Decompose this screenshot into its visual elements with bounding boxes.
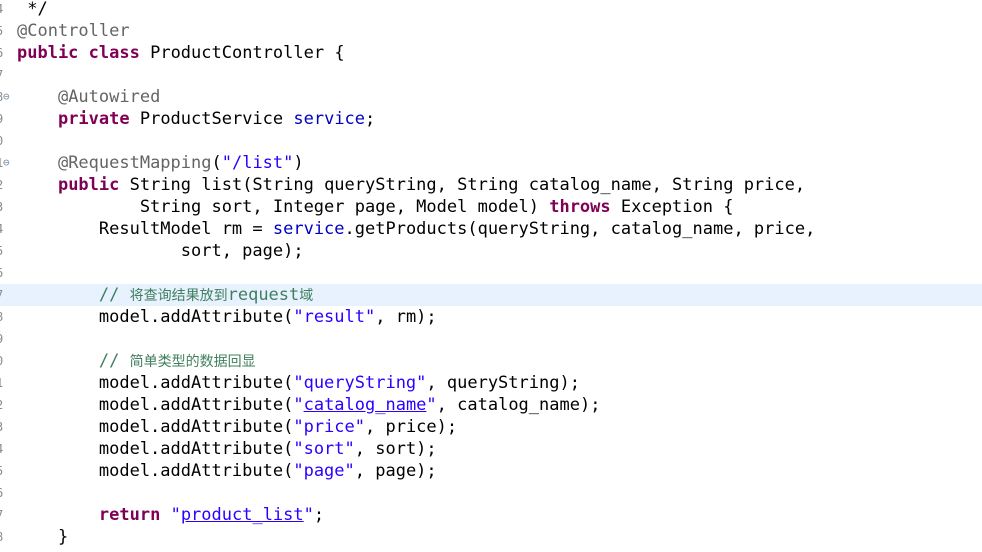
line-number: 5 bbox=[0, 460, 3, 482]
code-text: model.addAttribute("page", page); bbox=[17, 461, 437, 481]
line-number: 7 bbox=[0, 284, 3, 306]
code-line[interactable]: 4 model.addAttribute("sort", sort); bbox=[0, 438, 982, 460]
line-number: 7 bbox=[0, 504, 3, 526]
code-line[interactable]: 4 ResultModel rm = service.getProducts(q… bbox=[0, 218, 982, 240]
line-number-gutter: 7 bbox=[0, 504, 14, 526]
code-line[interactable]: 1 model.addAttribute("queryString", quer… bbox=[0, 372, 982, 394]
line-number-gutter: 5 bbox=[0, 20, 14, 42]
code-text: // 简单类型的数据回显 bbox=[98, 351, 256, 371]
line-number: 8 bbox=[0, 306, 3, 328]
line-number: 4 bbox=[0, 218, 3, 240]
code-text: // 将查询结果放到request域 bbox=[98, 285, 314, 305]
line-number-gutter: 2 bbox=[0, 174, 14, 196]
line-number: 4 bbox=[0, 438, 3, 460]
code-line[interactable]: 5 sort, page); bbox=[0, 240, 982, 262]
line-number-gutter: 8 bbox=[0, 526, 14, 548]
line-number-gutter: 2 bbox=[0, 394, 14, 416]
line-number: 0 bbox=[0, 130, 3, 152]
line-number: 4 bbox=[0, 0, 3, 20]
line-number-gutter: 7 bbox=[0, 284, 14, 306]
code-text: return "product_list"; bbox=[98, 505, 325, 525]
line-number: 0 bbox=[0, 350, 3, 372]
line-number: 6 bbox=[0, 482, 3, 504]
code-line[interactable]: 3 String sort, Integer page, Model model… bbox=[0, 196, 982, 218]
line-number: 3 bbox=[0, 416, 3, 438]
line-number: 1 bbox=[0, 372, 3, 394]
code-line[interactable]: 8⊖ @Autowired bbox=[0, 86, 982, 108]
line-number-gutter: 8 bbox=[0, 306, 14, 328]
line-number-gutter: 6 bbox=[0, 482, 14, 504]
code-line[interactable]: 4 */ bbox=[0, 0, 982, 20]
code-line[interactable]: 7 return "product_list"; bbox=[0, 504, 982, 526]
line-number-gutter: 9 bbox=[0, 328, 14, 350]
code-editor[interactable]: 4 */5@Controller6public class ProductCon… bbox=[0, 0, 982, 552]
code-text: model.addAttribute("catalog_name", catal… bbox=[17, 395, 601, 415]
code-line[interactable]: 8 } bbox=[0, 526, 982, 548]
line-number-gutter: 3 bbox=[0, 416, 14, 438]
code-line[interactable]: 5 model.addAttribute("page", page); bbox=[0, 460, 982, 482]
line-number-gutter: 1 bbox=[0, 372, 14, 394]
line-number: 8 bbox=[0, 526, 3, 548]
code-line[interactable]: 9 private ProductService service; bbox=[0, 108, 982, 130]
line-number-gutter: 3 bbox=[0, 196, 14, 218]
line-number: 5 bbox=[0, 20, 3, 42]
line-number: 6 bbox=[0, 42, 3, 64]
code-text: } bbox=[17, 527, 69, 547]
line-number-gutter: 1⊖ bbox=[0, 152, 14, 174]
line-number: 7 bbox=[0, 64, 3, 86]
line-number-gutter: 0 bbox=[0, 130, 14, 152]
code-line[interactable]: 5 @Controller bbox=[0, 20, 982, 42]
code-text: @Controller bbox=[17, 21, 130, 41]
code-text: model.addAttribute("queryString", queryS… bbox=[17, 373, 580, 393]
code-line[interactable]: 6 public class ProductController { bbox=[0, 42, 982, 64]
code-text: */ bbox=[17, 0, 48, 19]
code-line[interactable]: 1⊖ @RequestMapping("/list") bbox=[0, 152, 982, 174]
code-text: ResultModel rm = service.getProducts(que… bbox=[17, 219, 816, 239]
line-number-gutter: 6 bbox=[0, 262, 14, 284]
line-number: 3 bbox=[0, 196, 3, 218]
line-number: 9 bbox=[0, 328, 3, 350]
code-line[interactable]: 8 model.addAttribute("result", rm); bbox=[0, 306, 982, 328]
line-number: 6 bbox=[0, 262, 3, 284]
code-text: model.addAttribute("price", price); bbox=[17, 417, 458, 437]
code-line[interactable]: 7 // 将查询结果放到request域 bbox=[0, 284, 982, 306]
line-number-gutter: 4 bbox=[0, 218, 14, 240]
line-number-gutter: 7 bbox=[0, 64, 14, 86]
code-text: public String list(String queryString, S… bbox=[57, 175, 806, 195]
fold-toggle-icon[interactable]: ⊖ bbox=[3, 152, 10, 174]
fold-toggle-icon[interactable]: ⊖ bbox=[3, 86, 10, 108]
line-number: 2 bbox=[0, 174, 3, 196]
line-number-gutter: 0 bbox=[0, 350, 14, 372]
line-number-gutter: 4 bbox=[0, 438, 14, 460]
code-text: @Autowired bbox=[57, 87, 161, 107]
code-text: String sort, Integer page, Model model) … bbox=[17, 197, 734, 217]
line-number: 5 bbox=[0, 240, 3, 262]
line-number-gutter: 9 bbox=[0, 108, 14, 130]
code-text: model.addAttribute("result", rm); bbox=[17, 307, 437, 327]
code-line[interactable]: 3 model.addAttribute("price", price); bbox=[0, 416, 982, 438]
line-number-gutter: 5 bbox=[0, 460, 14, 482]
code-text: @RequestMapping("/list") bbox=[57, 153, 304, 173]
code-line[interactable]: 0 // 简单类型的数据回显 bbox=[0, 350, 982, 372]
code-line[interactable]: 9 bbox=[0, 328, 982, 350]
code-text: public class ProductController { bbox=[17, 43, 345, 63]
code-line[interactable]: 2 public String list(String queryString,… bbox=[0, 174, 982, 196]
code-line[interactable]: 0 bbox=[0, 130, 982, 152]
code-line[interactable]: 6 bbox=[0, 482, 982, 504]
line-number-gutter: 5 bbox=[0, 240, 14, 262]
line-number: 2 bbox=[0, 394, 3, 416]
code-line[interactable]: 6 bbox=[0, 262, 982, 284]
line-number-gutter: 8⊖ bbox=[0, 86, 14, 108]
line-number-gutter: 4 bbox=[0, 0, 14, 20]
line-number-gutter: 6 bbox=[0, 42, 14, 64]
code-text: model.addAttribute("sort", sort); bbox=[17, 439, 437, 459]
code-line[interactable]: 7 bbox=[0, 64, 982, 86]
code-line[interactable]: 2 model.addAttribute("catalog_name", cat… bbox=[0, 394, 982, 416]
code-text: sort, page); bbox=[17, 241, 304, 261]
line-number: 9 bbox=[0, 108, 3, 130]
code-text: private ProductService service; bbox=[57, 109, 376, 129]
